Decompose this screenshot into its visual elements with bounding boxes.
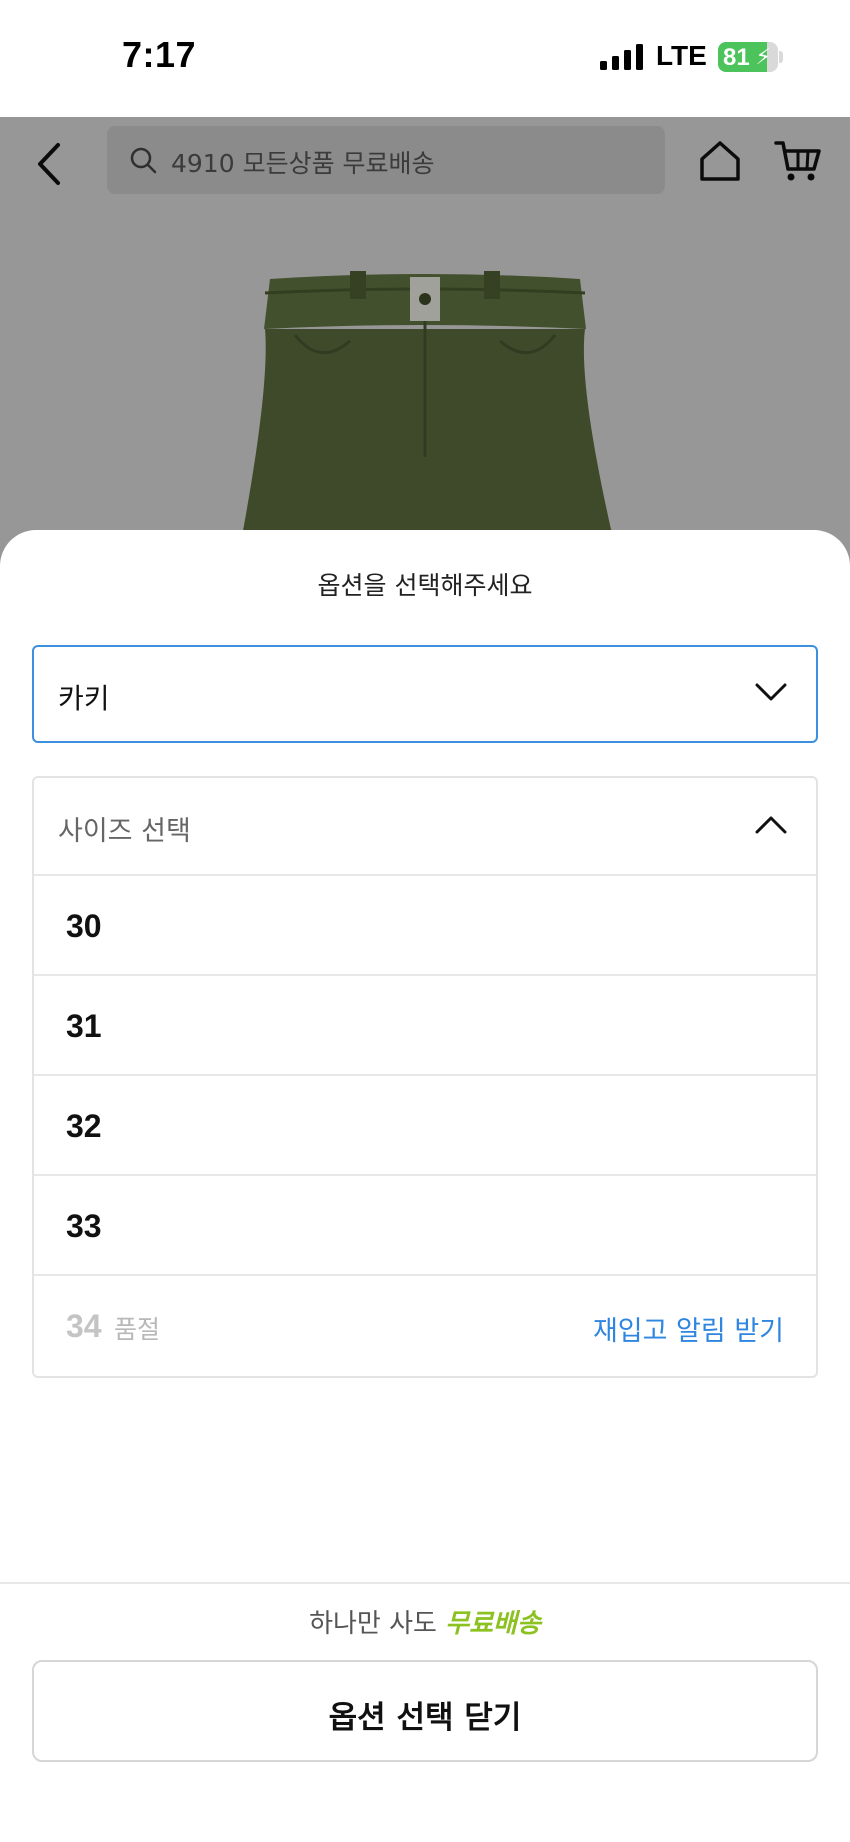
sheet-title: 옵션을 선택해주세요 [317, 571, 533, 600]
option-bottom-sheet: 옵션을 선택해주세요 카키 사이즈 선택 30 31 32 33 34 품절 재… [0, 530, 850, 1842]
status-bar: 7:17 LTE 81 ⚡ [0, 0, 850, 117]
size-select-label: 사이즈 선택 [58, 816, 191, 847]
signal-icon [600, 44, 643, 70]
restock-alert-link[interactable]: 재입고 알림 받기 [593, 1309, 784, 1348]
size-option-34-soldout: 34 품절 재입고 알림 받기 [34, 1276, 816, 1376]
chevron-down-icon [755, 683, 787, 701]
chevron-up-icon [755, 816, 787, 834]
size-option-value: 31 [66, 1008, 102, 1044]
battery-tip [779, 51, 783, 63]
size-option-33[interactable]: 33 [34, 1176, 816, 1276]
size-option-value: 33 [66, 1208, 102, 1244]
size-option-30[interactable]: 30 [34, 876, 816, 976]
size-option-32[interactable]: 32 [34, 1076, 816, 1176]
size-select-header[interactable]: 사이즈 선택 [34, 778, 816, 876]
network-label: LTE [656, 40, 707, 71]
color-select-dropdown[interactable]: 카키 [32, 645, 818, 743]
dim-overlay[interactable] [0, 117, 850, 577]
close-options-button[interactable]: 옵션 선택 닫기 [32, 1660, 818, 1762]
size-option-31[interactable]: 31 [34, 976, 816, 1076]
battery-level: 81 [723, 44, 750, 71]
free-shipping-promo: 하나만 사도 무료배송 [0, 1603, 850, 1640]
promo-highlight: 무료배송 [445, 1608, 541, 1638]
soldout-badge: 품절 [114, 1315, 161, 1344]
size-option-value: 30 [66, 908, 102, 944]
color-select-value: 카키 [58, 682, 110, 715]
size-option-value: 34 [66, 1308, 102, 1344]
close-options-label: 옵션 선택 닫기 [328, 1700, 522, 1736]
battery-icon: 81 ⚡ [718, 42, 778, 72]
promo-text: 하나만 사도 [309, 1609, 437, 1639]
size-option-value: 32 [66, 1108, 102, 1144]
charging-bolt-icon: ⚡ [755, 45, 771, 70]
footer-divider [0, 1582, 850, 1584]
status-time: 7:17 [122, 34, 197, 75]
size-select-dropdown: 사이즈 선택 30 31 32 33 34 품절 재입고 알림 받기 [32, 776, 818, 1378]
